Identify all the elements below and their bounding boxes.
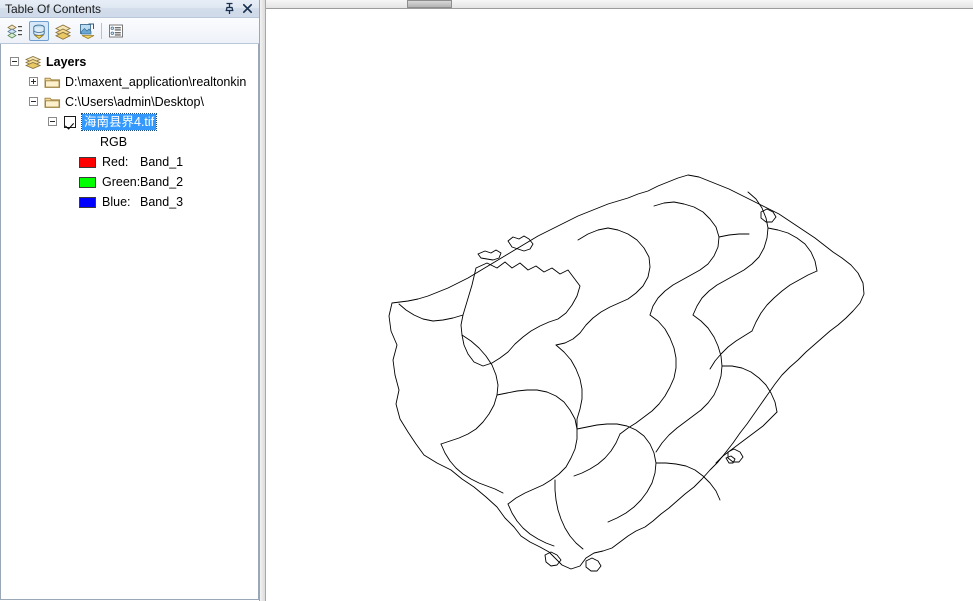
expander-folder-1[interactable] [29,97,38,106]
band-channel-blue: Blue: [102,195,131,209]
tree-row-renderer: RGB [1,132,258,152]
red-band-swatch[interactable] [79,157,96,168]
expander-folder-0[interactable] [29,77,38,86]
list-by-selection-icon[interactable] [77,21,97,41]
tree-label-layer[interactable]: 海南县界4.tif [80,113,158,131]
green-band-swatch[interactable] [79,177,96,188]
tree-label-folder-0: D:\maxent_application\realtonkin [65,75,247,89]
panel-titlebar: Table Of Contents [0,0,259,18]
band-value-green: Band_2 [140,175,184,189]
toolbar-separator [101,23,102,39]
tree-row-band-green[interactable]: Green: Band_2 [1,172,258,192]
map-view[interactable] [266,0,973,601]
pin-icon[interactable] [222,1,237,16]
map-background [266,9,973,601]
panel-title: Table Of Contents [5,2,102,16]
tree-row-layer[interactable]: 海南县界4.tif [1,112,258,132]
arcmap-window: Table Of Contents Layers D:\maxent_appli… [0,0,973,601]
tree-row-band-blue[interactable]: Blue: Band_3 [1,192,258,212]
map-scrollbar-thumb[interactable] [407,0,452,8]
band-channel-green: Green: [102,175,141,189]
tree-row-layers[interactable]: Layers [1,52,258,72]
tree-row-folder-0[interactable]: D:\maxent_application\realtonkin [1,72,258,92]
layer-visibility-checkbox[interactable] [64,116,76,128]
list-by-drawing-order-icon[interactable] [5,21,25,41]
panel-toolbar [0,18,259,44]
tree-label-folder-1: C:\Users\admin\Desktop\ [65,95,204,109]
folder-icon [44,75,61,89]
folder-icon [44,95,61,109]
close-icon[interactable] [240,1,255,16]
expander-layer[interactable] [48,117,57,126]
panel-splitter[interactable] [259,0,266,601]
layers-stack-icon [25,55,42,69]
band-value-red: Band_1 [140,155,184,169]
expander-layers[interactable] [10,57,19,66]
tree-label-layers: Layers [46,55,87,69]
band-channel-red: Red: [102,155,129,169]
options-icon[interactable] [106,21,126,41]
map-canvas[interactable] [266,9,973,601]
map-horizontal-scrollbar[interactable] [266,0,973,9]
tree-row-band-red[interactable]: Red: Band_1 [1,152,258,172]
tree-row-folder-1[interactable]: C:\Users\admin\Desktop\ [1,92,258,112]
band-value-blue: Band_3 [140,195,184,209]
table-of-contents-panel: Table Of Contents Layers D:\maxent_appli… [0,0,259,601]
layer-tree: Layers D:\maxent_application\realtonkin [0,44,259,600]
renderer-label: RGB [100,135,128,149]
list-by-visibility-icon[interactable] [53,21,73,41]
list-by-source-icon[interactable] [29,21,49,41]
blue-band-swatch[interactable] [79,197,96,208]
hainan-county-boundaries-map[interactable] [266,9,973,601]
